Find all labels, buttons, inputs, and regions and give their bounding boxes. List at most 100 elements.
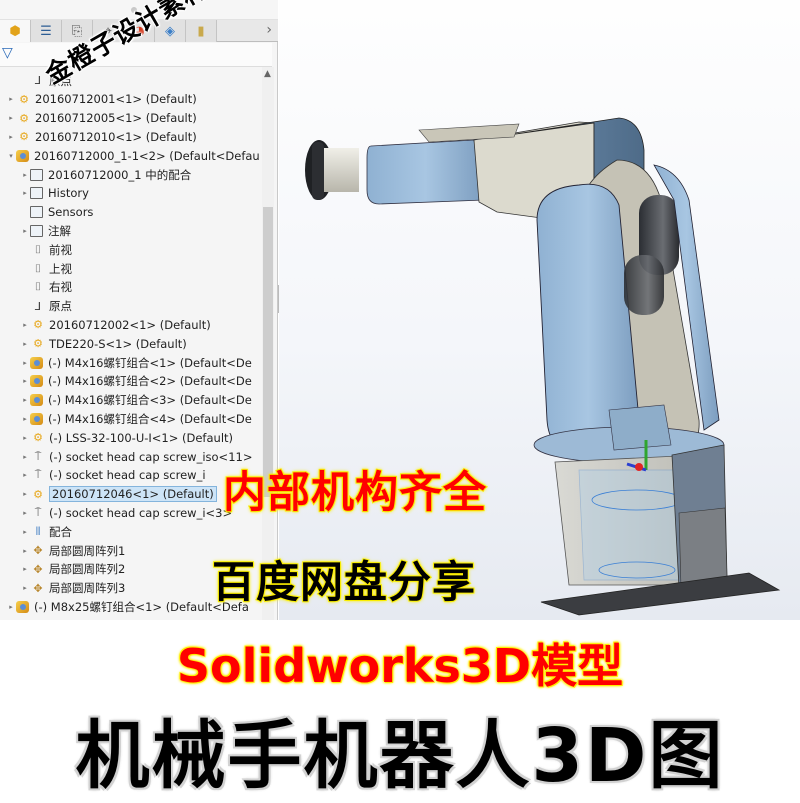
- share-headline: 百度网盘分享: [211, 557, 476, 609]
- tree-item[interactable]: ⌷ 右视: [0, 278, 262, 297]
- tab-extra[interactable]: ▮: [186, 20, 217, 42]
- expand-arrow-icon[interactable]: ▸: [20, 359, 30, 367]
- subassembly-icon: [30, 375, 43, 388]
- expand-arrow-icon[interactable]: ▸: [20, 415, 30, 423]
- assembly-icon: ⚙: [19, 111, 29, 125]
- expand-arrow-icon[interactable]: ▸: [20, 321, 30, 329]
- tree-item[interactable]: ▸ (-) M4x16螺钉组合<3> (Default<De: [0, 391, 262, 410]
- tree-item-label: (-) socket head cap screw_i: [49, 468, 206, 483]
- tree-item[interactable]: ⌷ 上视: [0, 259, 262, 278]
- expand-arrow-icon[interactable]: ▸: [20, 584, 30, 592]
- tree-item[interactable]: ▸ History: [0, 184, 262, 203]
- tree-item[interactable]: ▸ ⚙ 20160712010<1> (Default): [0, 127, 262, 146]
- tab-propertymanager[interactable]: ☰: [31, 20, 62, 42]
- expand-arrow-icon[interactable]: ▸: [20, 490, 30, 498]
- assembly-icon: ⚙: [33, 337, 43, 351]
- expand-arrow-icon[interactable]: ▾: [6, 152, 16, 160]
- tree-item[interactable]: ⅃ 原点: [0, 297, 262, 316]
- expand-arrow-icon[interactable]: ▸: [6, 114, 16, 122]
- expand-arrow-icon[interactable]: ▸: [20, 547, 30, 555]
- expand-arrow-icon[interactable]: ▸: [20, 377, 30, 385]
- expand-arrow-icon[interactable]: ▸: [20, 509, 30, 517]
- tree-item-label: (-) socket head cap screw_i<3>: [49, 505, 233, 520]
- tree-item-label: 20160712046<1> (Default): [49, 486, 217, 503]
- tree-item[interactable]: ▸ 20160712000_1 中的配合: [0, 165, 262, 184]
- tree-item-label: (-) M4x16螺钉组合<4> (Default<De: [48, 411, 252, 426]
- tree-item[interactable]: ▸ (-) M4x16螺钉组合<1> (Default<De: [0, 353, 262, 372]
- expand-arrow-icon[interactable]: ▸: [20, 434, 30, 442]
- tab-featuremanager[interactable]: ⬢: [0, 20, 31, 42]
- plane-icon: ⌷: [34, 242, 42, 256]
- featuremanager-icon: ⬢: [9, 23, 21, 39]
- tree-item[interactable]: ▸ ⚙ 20160712002<1> (Default): [0, 315, 262, 334]
- tree-item[interactable]: ▸ ⚙ 20160712005<1> (Default): [0, 109, 262, 128]
- tree-item-label: 20160712000_1-1<2> (Default<Defau: [34, 148, 260, 163]
- tree-item-label: (-) M4x16螺钉组合<3> (Default<De: [48, 393, 252, 408]
- subassembly-icon: [30, 412, 43, 425]
- tree-item[interactable]: ▸ ⚙ 20160712001<1> (Default): [0, 90, 262, 109]
- origin-icon: ⅃: [34, 299, 42, 313]
- screw-icon: ⍑: [34, 505, 42, 519]
- graphics-viewport[interactable]: [279, 0, 800, 620]
- tree-item-label: 注解: [48, 223, 71, 238]
- tabs-more-chevron-icon[interactable]: ›: [266, 22, 272, 38]
- expand-arrow-icon[interactable]: ▸: [20, 528, 30, 536]
- expand-arrow-icon[interactable]: ▸: [6, 603, 16, 611]
- extra-icon: ▮: [197, 23, 205, 39]
- expand-arrow-icon[interactable]: ▸: [20, 565, 30, 573]
- expand-arrow-icon[interactable]: ▸: [20, 453, 30, 461]
- assembly-icon: ⚙: [33, 431, 43, 445]
- banner-title: 机械手机器人3D图: [75, 713, 725, 799]
- tree-item[interactable]: ▸ 注解: [0, 221, 262, 240]
- tree-item[interactable]: ⅃ 原点: [0, 71, 262, 90]
- subassembly-icon: [16, 149, 29, 162]
- tree-item[interactable]: ▾ 20160712000_1-1<2> (Default<Defau: [0, 146, 262, 165]
- assembly-icon: ⚙: [33, 318, 43, 332]
- expand-arrow-icon[interactable]: ▸: [6, 95, 16, 103]
- screw-icon: ⍑: [34, 468, 42, 482]
- tree-item-label: 局部圆周阵列1: [49, 543, 126, 558]
- tree-item-label: 20160712005<1> (Default): [35, 111, 197, 126]
- expand-arrow-icon[interactable]: ▸: [6, 133, 16, 141]
- circular-pattern-icon: ✥: [33, 581, 43, 595]
- expand-arrow-icon[interactable]: ▸: [20, 189, 30, 197]
- expand-arrow-icon[interactable]: ▸: [20, 471, 30, 479]
- tree-item-label: 配合: [49, 524, 72, 539]
- tree-item-label: (-) M4x16螺钉组合<1> (Default<De: [48, 355, 252, 370]
- tree-item[interactable]: ▸ ⚙ TDE220-S<1> (Default): [0, 334, 262, 353]
- subassembly-icon: [30, 356, 43, 369]
- tree-item-label: 20160712002<1> (Default): [49, 317, 211, 332]
- scrollbar-thumb[interactable]: [263, 207, 273, 497]
- scroll-up-icon[interactable]: ▲: [264, 69, 271, 79]
- screw-icon: ⍑: [34, 449, 42, 463]
- tree-item-label: 前视: [49, 242, 72, 257]
- tree-item-label: 20160712010<1> (Default): [35, 129, 197, 144]
- filter-icon[interactable]: ▽: [2, 45, 13, 61]
- expand-arrow-icon[interactable]: ▸: [20, 340, 30, 348]
- promo-banner: Solidworks3D模型 机械手机器人3D图: [0, 620, 800, 800]
- tree-item[interactable]: ⌷ 前视: [0, 240, 262, 259]
- tree-item-label: 原点: [49, 299, 72, 314]
- tree-scrollbar[interactable]: ▲: [262, 67, 274, 620]
- folder-icon: [30, 187, 43, 200]
- expand-arrow-icon[interactable]: ▸: [20, 227, 30, 235]
- tree-item[interactable]: Sensors: [0, 203, 262, 222]
- tree-item-label: 上视: [49, 261, 72, 276]
- tree-item[interactable]: ▸ (-) M4x16螺钉组合<4> (Default<De: [0, 409, 262, 428]
- feature-manager-panel: ⬢ ☰ ⎘ ⌖ ◕ ◈ ▮ › ▽ ⅃ 原点 ▸ ⚙ 20160712001<1> (D…: [0, 0, 278, 620]
- solidworks-window: ⬢ ☰ ⎘ ⌖ ◕ ◈ ▮ › ▽ ⅃ 原点 ▸ ⚙ 20160712001<1> (D…: [0, 0, 800, 620]
- expand-arrow-icon[interactable]: ▸: [20, 396, 30, 404]
- expand-arrow-icon[interactable]: ▸: [20, 171, 30, 179]
- subassembly-icon: [30, 394, 43, 407]
- folder-icon: [30, 168, 43, 181]
- assembly-icon: ⚙: [33, 487, 43, 501]
- tree-item[interactable]: ▸ ⫴ 配合: [0, 522, 262, 541]
- tree-item[interactable]: ▸ (-) M4x16螺钉组合<2> (Default<De: [0, 372, 262, 391]
- base-joint: [533, 404, 781, 616]
- tree-item-label: 20160712000_1 中的配合: [48, 167, 192, 182]
- propertymanager-icon: ☰: [40, 23, 52, 39]
- tree-item-label: 局部圆周阵列3: [49, 581, 126, 596]
- tree-item-label: (-) LSS-32-100-U-I<1> (Default): [49, 430, 234, 445]
- tree-item[interactable]: ▸ ⚙ (-) LSS-32-100-U-I<1> (Default): [0, 428, 262, 447]
- robot-arm-model: [305, 117, 781, 616]
